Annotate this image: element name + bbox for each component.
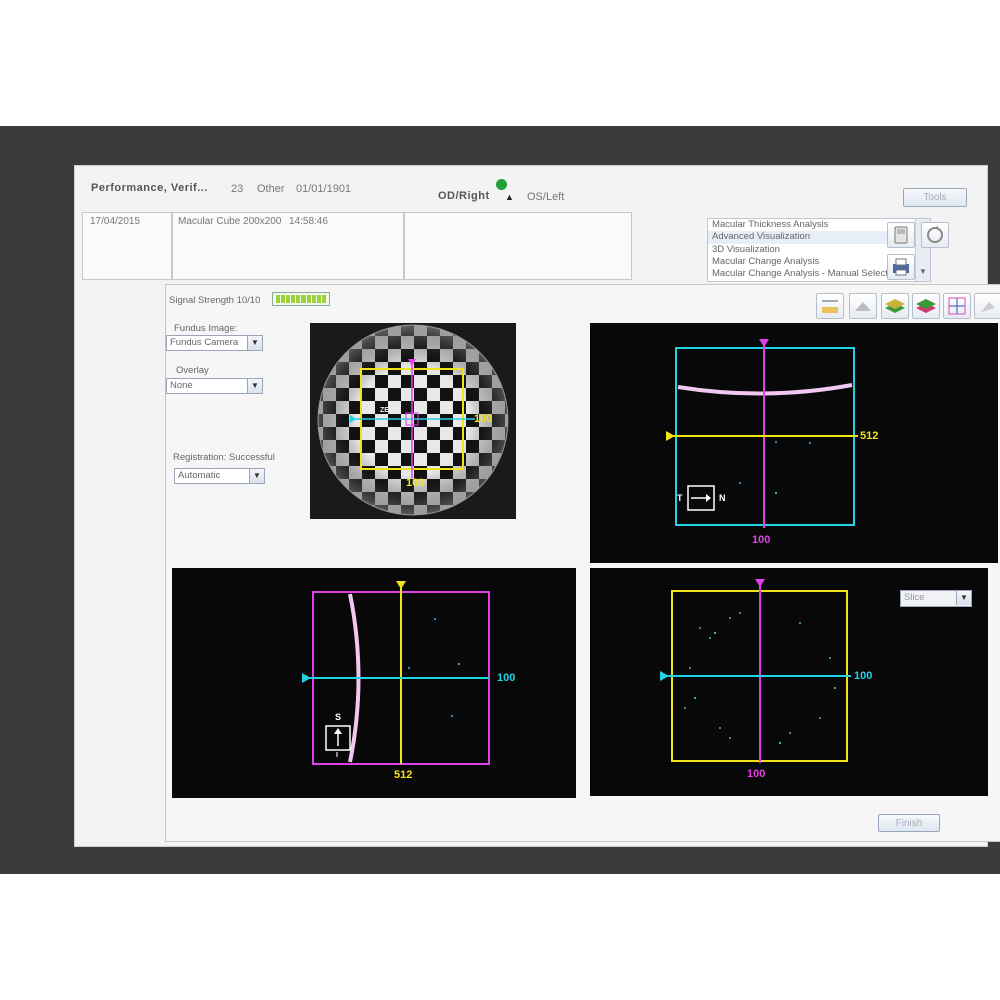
view-bottom-label: 100 bbox=[752, 534, 771, 546]
patient-gender: Other bbox=[257, 183, 285, 195]
od-indicator-icon bbox=[496, 179, 507, 190]
signal-segment bbox=[281, 295, 286, 303]
application-window: Performance, Verif... 23 Other 01/01/190… bbox=[74, 165, 1000, 847]
tool-button-4[interactable] bbox=[912, 293, 940, 319]
signal-segment bbox=[306, 295, 311, 303]
od-right-label[interactable]: OD/Right bbox=[438, 190, 490, 202]
fundus-image-label: Fundus Image: bbox=[174, 323, 238, 334]
chevron-down-icon[interactable]: ▼ bbox=[247, 379, 262, 393]
scan-time: 14:58:46 bbox=[289, 216, 328, 227]
bscan-horizontal-image bbox=[666, 339, 858, 528]
orientation-temporal-label: T bbox=[677, 493, 683, 503]
refresh-icon bbox=[927, 226, 943, 243]
fundus-image-select[interactable]: Fundus Camera ▼ bbox=[166, 335, 263, 351]
print-button[interactable] bbox=[887, 254, 915, 280]
bscan-view-horizontal[interactable]: T N 512 100 bbox=[590, 323, 998, 563]
chevron-down-icon[interactable]: ▼ bbox=[956, 591, 971, 605]
fundus-brand-text: ZEISS bbox=[380, 407, 401, 414]
eye-toggle-triangle-icon: ▲ bbox=[505, 192, 514, 202]
view-right-label: 100 bbox=[497, 672, 516, 684]
chevron-down-icon[interactable]: ▼ bbox=[247, 336, 262, 350]
bscan-vertical-image bbox=[302, 581, 490, 765]
overlay-select[interactable]: None ▼ bbox=[166, 378, 263, 394]
signal-strength-label: Signal Strength 10/10 bbox=[169, 295, 261, 306]
view-bottom-label: 100 bbox=[747, 768, 766, 780]
tool-button-5[interactable] bbox=[943, 293, 971, 319]
chevron-down-icon[interactable]: ▼ bbox=[249, 469, 264, 483]
fundus-h-label: 100 bbox=[474, 413, 493, 425]
disabled-tool-icon bbox=[981, 302, 995, 312]
signal-segment bbox=[321, 295, 326, 303]
slice-select[interactable]: Slice ▼ bbox=[900, 590, 972, 607]
tool-button-6[interactable] bbox=[974, 293, 1000, 319]
layer-map-icon bbox=[885, 299, 905, 313]
patient-name: Performance, Verif... bbox=[91, 182, 208, 194]
registration-label: Registration: Successful bbox=[173, 452, 275, 463]
printer-icon bbox=[893, 258, 909, 276]
signal-segment bbox=[301, 295, 306, 303]
finish-button[interactable]: Finish bbox=[878, 814, 940, 832]
orientation-inferior-label: I bbox=[336, 752, 338, 759]
bscan-measure-icon bbox=[822, 300, 838, 313]
refresh-button[interactable] bbox=[921, 222, 949, 248]
tool-button-1[interactable] bbox=[816, 293, 844, 319]
signal-segment bbox=[286, 295, 291, 303]
fundus-image-value: Fundus Camera bbox=[170, 337, 239, 348]
patient-id: 23 bbox=[231, 183, 244, 195]
exam-date: 17/04/2015 bbox=[90, 216, 141, 227]
overlay-value: None bbox=[170, 380, 193, 391]
en-face-slice-view[interactable]: 100 100 Slice ▼ bbox=[590, 568, 988, 796]
signal-segment bbox=[316, 295, 321, 303]
registration-select[interactable]: Automatic ▼ bbox=[174, 468, 265, 484]
registration-value: Automatic bbox=[178, 470, 221, 481]
exam-scan-cell[interactable]: Macular Cube 200x200 14:58:46 bbox=[172, 212, 404, 280]
orientation-nasal-label: N bbox=[719, 493, 726, 503]
view-bottom-label: 512 bbox=[394, 769, 413, 781]
crosshair-grid-icon bbox=[948, 297, 966, 315]
exam-date-cell: 17/04/2015 bbox=[82, 212, 172, 280]
slice-select-value: Slice bbox=[904, 592, 925, 603]
bscan-view-vertical[interactable]: S I 100 512 bbox=[172, 568, 576, 798]
signal-segment bbox=[311, 295, 316, 303]
signal-segment bbox=[276, 295, 281, 303]
save-button[interactable] bbox=[887, 222, 915, 248]
slab-tool-icon bbox=[855, 302, 871, 311]
signal-segment bbox=[296, 295, 301, 303]
fundus-v-label: 100 bbox=[406, 477, 425, 489]
view-right-label: 512 bbox=[860, 430, 879, 442]
analysis-panel: Signal Strength 10/10 Fundus Image: Fund… bbox=[165, 284, 1000, 842]
scan-type: Macular Cube 200x200 bbox=[178, 216, 282, 227]
exam-empty-cell bbox=[404, 212, 632, 280]
scroll-down-icon[interactable]: ▼ bbox=[919, 267, 927, 276]
view-right-label: 100 bbox=[854, 670, 873, 682]
fundus-image-view[interactable]: ZEISS 100 100 bbox=[310, 323, 516, 519]
tool-button-3[interactable] bbox=[881, 293, 909, 319]
signal-strength-meter bbox=[272, 292, 330, 306]
orientation-superior-label: S bbox=[335, 712, 342, 722]
layer-colored-icon bbox=[916, 299, 936, 313]
save-icon bbox=[894, 226, 908, 244]
patient-dob: 01/01/1901 bbox=[296, 183, 352, 195]
overlay-label: Overlay bbox=[176, 365, 209, 376]
tool-button-2[interactable] bbox=[849, 293, 877, 319]
tools-button[interactable]: Tools bbox=[903, 188, 967, 207]
signal-segment bbox=[291, 295, 296, 303]
os-left-label[interactable]: OS/Left bbox=[527, 191, 564, 203]
